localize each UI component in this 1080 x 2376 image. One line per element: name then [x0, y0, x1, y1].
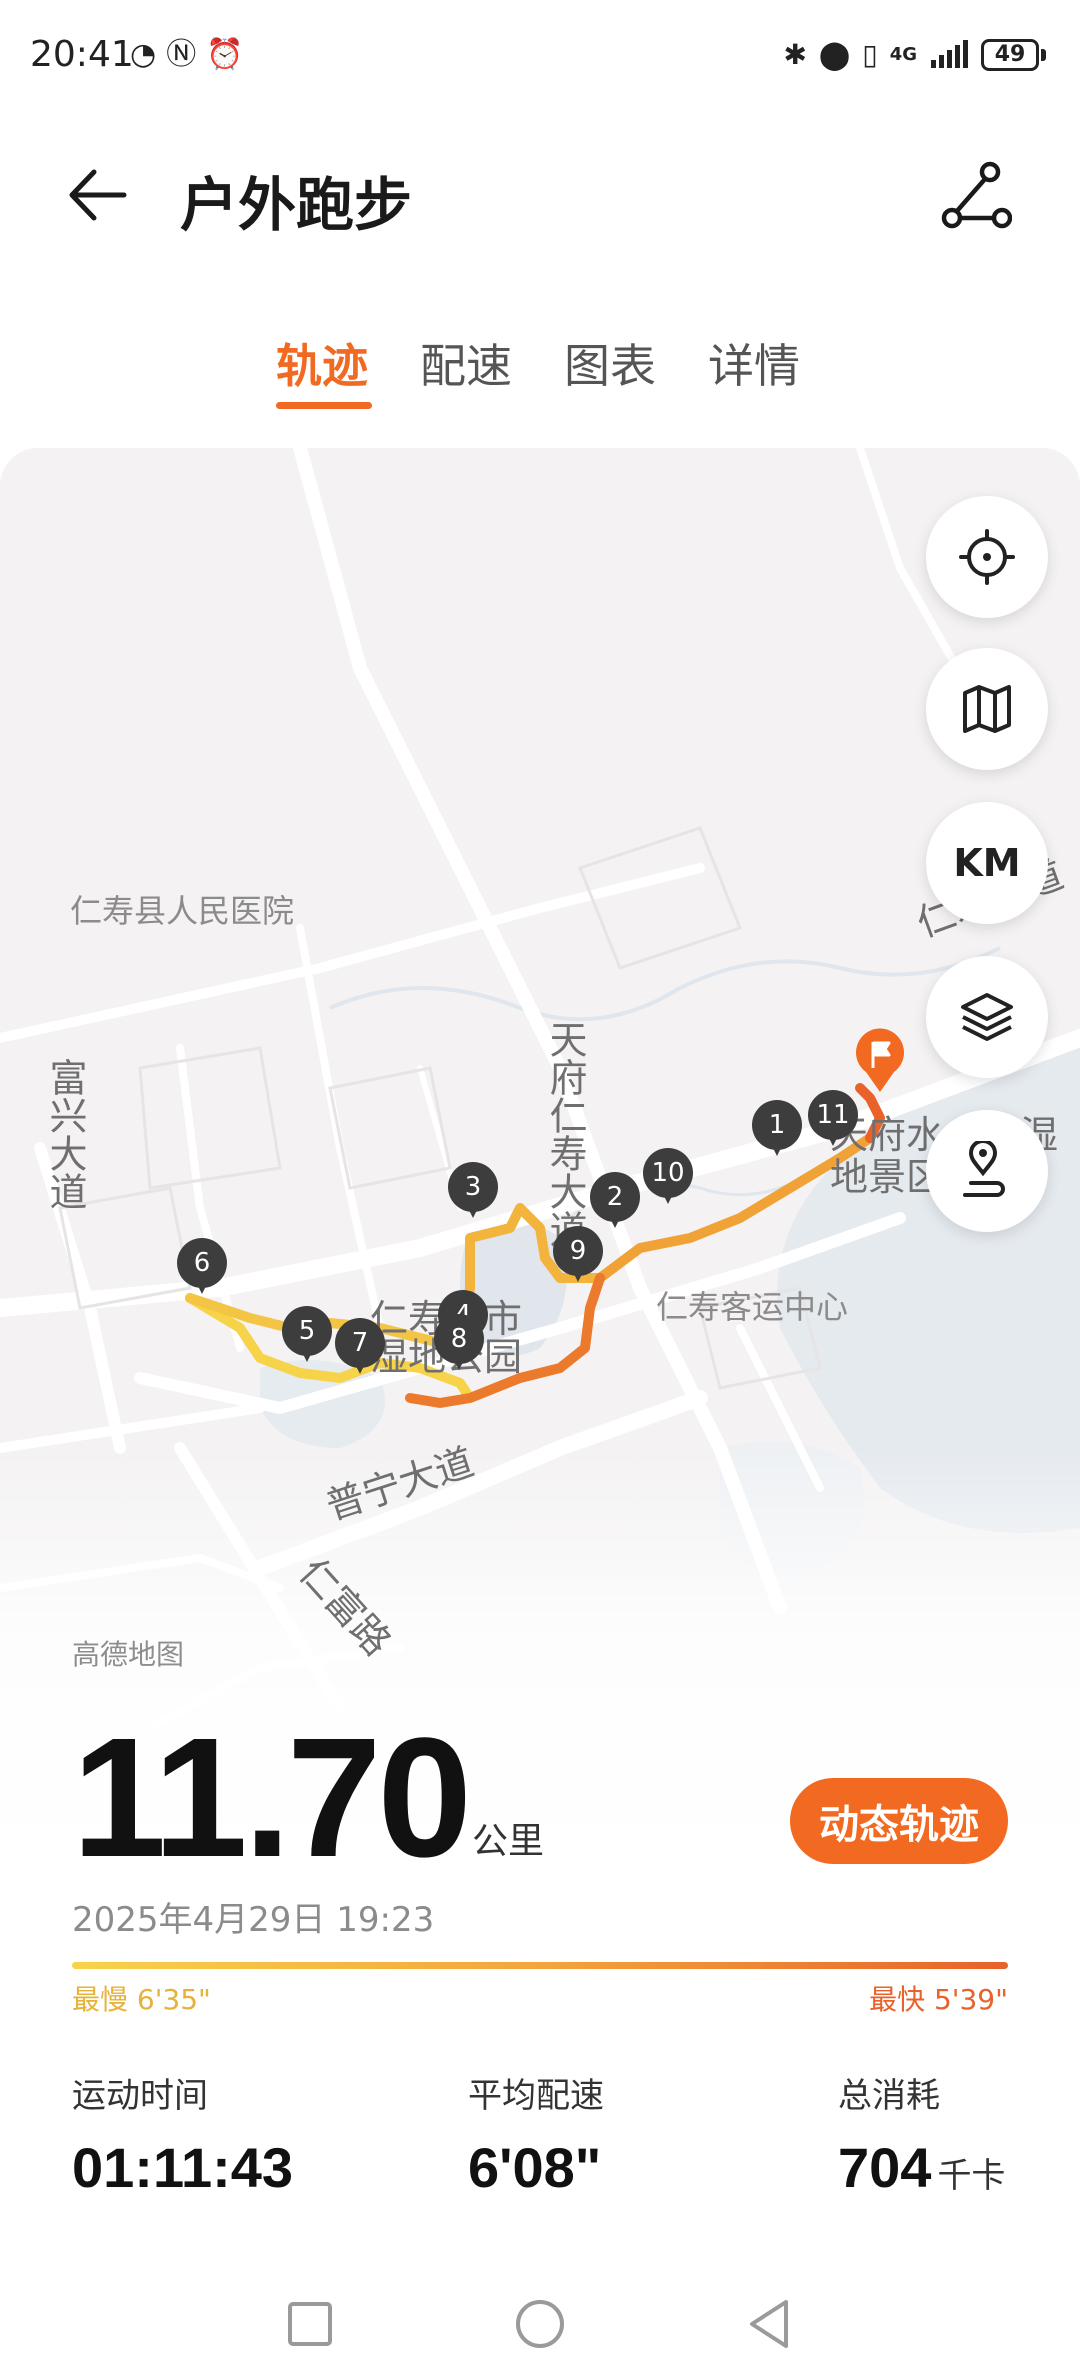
battery-tip [1041, 48, 1046, 61]
locate-button[interactable] [926, 496, 1048, 618]
speedometer-icon: ◔ [130, 37, 157, 72]
tab-details[interactable]: 详情 [708, 330, 800, 396]
route-pin-button[interactable] [926, 1110, 1048, 1232]
km-marker[interactable]: 3 [448, 1162, 498, 1222]
pace-gradient-bar [72, 1962, 1008, 1969]
map-icon [963, 685, 1011, 733]
km-marker[interactable]: 5 [282, 1306, 332, 1366]
status-left-icons: ◔ Ⓝ ⏰ [130, 40, 244, 70]
tab-track[interactable]: 轨迹 [276, 330, 368, 396]
arrow-left-icon [69, 169, 127, 221]
pace-fastest: 最快 5'39" [869, 1983, 1008, 2016]
km-marker[interactable]: 11 [808, 1090, 858, 1150]
workout-date: 2025年4月29日 19:23 [72, 1900, 435, 1940]
calories-value: 704 [838, 2136, 932, 2199]
pace-slowest: 最慢 6'35" [72, 1983, 211, 2016]
map-label-hospital: 仁寿县人民医院 [70, 892, 295, 930]
km-label: KM [953, 841, 1021, 885]
duration-label: 运动时间 [72, 2076, 208, 2116]
alarm-icon: ⏰ [206, 37, 244, 72]
back-button[interactable] [62, 160, 142, 230]
vibrate-icon: ▯ [862, 38, 878, 71]
tab-chart[interactable]: 图表 [564, 330, 656, 396]
map-label-bus-center: 仁寿客运中心 [656, 1288, 849, 1326]
km-marker[interactable]: 7 [335, 1318, 385, 1378]
bluetooth-icon: ✱ [783, 38, 807, 71]
map-label-tianfu: 天府仁寿大道 [543, 1020, 587, 1248]
route-pin-icon [963, 1141, 1005, 1197]
distance-unit: 公里 [472, 1821, 545, 1862]
nfc-icon: Ⓝ [166, 37, 197, 72]
network-type: 4G [889, 43, 917, 65]
km-marker[interactable]: 10 [643, 1148, 693, 1208]
km-marker[interactable]: 2 [590, 1172, 640, 1232]
metric-calories: 总消耗 704 千卡 [838, 2068, 1005, 2200]
km-marker[interactable]: 1 [752, 1100, 802, 1160]
tab-active-indicator [276, 402, 372, 409]
crosshair-icon [959, 529, 1015, 585]
recents-button[interactable] [280, 2294, 340, 2354]
calories-row: 704 千卡 [838, 2135, 1005, 2200]
route-share-button[interactable] [940, 160, 1020, 230]
duration-value: 01:11:43 [72, 2136, 294, 2199]
status-time: 20:41 [30, 34, 134, 75]
battery-indicator: 49 [981, 38, 1046, 71]
avg-pace-value: 6'08" [468, 2136, 602, 2199]
battery-level: 49 [981, 38, 1039, 71]
km-button[interactable]: KM [926, 802, 1048, 924]
system-nav-bar [0, 2270, 1080, 2376]
circle-icon [516, 2300, 564, 2348]
route-map[interactable]: 仁寿县人民医院 富兴大道 天府仁寿大道 仁寿大道 仁寿城市湿地公园 仁寿客运中心… [0, 448, 1080, 1868]
map-label-avenue-left: 富兴大道 [43, 1058, 87, 1210]
square-icon [288, 2302, 332, 2346]
km-marker[interactable]: 9 [553, 1226, 603, 1286]
route-share-icon [941, 161, 1013, 229]
tab-bar: 轨迹 配速 图表 详情 [0, 330, 1080, 420]
header: 户外跑步 [0, 140, 1080, 250]
avg-pace-label: 平均配速 [468, 2076, 604, 2116]
status-right-icons: ✱ ⬤ ▯ 4G 49 [783, 38, 1046, 71]
calories-label: 总消耗 [838, 2076, 940, 2116]
triangle-back-icon [750, 2300, 788, 2348]
signal-icon [931, 39, 968, 68]
tab-pace[interactable]: 配速 [420, 330, 512, 396]
layers-icon [961, 993, 1013, 1041]
status-bar: 20:41 ◔ Ⓝ ⏰ ✱ ⬤ ▯ 4G 49 [0, 0, 1080, 120]
calories-unit: 千卡 [937, 2157, 1006, 2195]
metric-avg-pace: 平均配速 6'08" [468, 2068, 604, 2200]
home-button[interactable] [510, 2294, 570, 2354]
layers-button[interactable] [926, 956, 1048, 1078]
back-nav-button[interactable] [740, 2294, 800, 2354]
finish-flag-icon [856, 1028, 904, 1092]
map-type-button[interactable] [926, 648, 1048, 770]
workout-detail-screen: 20:41 ◔ Ⓝ ⏰ ✱ ⬤ ▯ 4G 49 户外跑步 轨迹 配速 图表 详情… [0, 0, 1080, 2376]
location-icon: ⬤ [818, 38, 851, 71]
distance-value: 11.70 [72, 1703, 472, 1893]
km-marker[interactable]: 8 [434, 1314, 484, 1374]
km-marker[interactable]: 6 [177, 1238, 227, 1298]
map-attribution: 高德地图 [72, 1638, 185, 1671]
dynamic-track-button[interactable]: 动态轨迹 [790, 1778, 1008, 1864]
page-title: 户外跑步 [180, 171, 413, 239]
metric-duration: 运动时间 01:11:43 [72, 2068, 293, 2200]
